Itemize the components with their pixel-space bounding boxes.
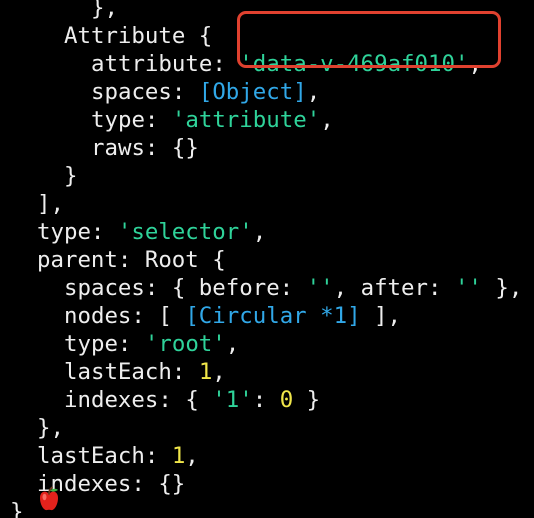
token-punc: , (252, 219, 267, 245)
token-key: , after: (333, 275, 455, 301)
token-punc: }, (481, 275, 523, 301)
token-key: type: (91, 107, 172, 133)
token-punc: , (320, 107, 334, 133)
token-key: lastEach: (37, 443, 172, 469)
token-key: type: (37, 219, 118, 245)
console-line: spaces: [Object], (91, 78, 320, 106)
token-num: 1 (171, 443, 186, 469)
token-punc: }, (37, 415, 64, 441)
token-key: nodes: [ (64, 303, 186, 329)
token-key: raws: {} (91, 135, 199, 161)
token-key: : (252, 387, 280, 413)
token-key: Attribute { (64, 23, 213, 49)
token-key: type: (64, 331, 145, 357)
token-str: '1' (212, 387, 253, 413)
token-punc: } (293, 387, 321, 413)
token-punc: , (306, 79, 321, 105)
token-punc: , (212, 359, 226, 385)
console-line: } (64, 162, 77, 190)
apple-icon (40, 486, 58, 511)
token-key: spaces: { before: (64, 275, 307, 301)
token-punc: ], (37, 191, 64, 217)
token-num: 0 (279, 387, 294, 413)
console-line: lastEach: 1, (37, 442, 199, 470)
token-key: indexes: { (64, 387, 213, 413)
token-punc: } (10, 499, 24, 518)
token-str: 'root' (144, 331, 226, 357)
console-line: indexes: { '1': 0 } (64, 386, 320, 414)
console-line: spaces: { before: '', after: '' }, (64, 274, 522, 302)
token-str: '' (306, 275, 334, 301)
token-key: parent: Root { (37, 247, 226, 273)
console-line: type: 'attribute', (91, 106, 334, 134)
console-output: }, Attribute {attribute: 'data-v-469af010… (0, 0, 534, 518)
token-punc: ], (360, 303, 402, 329)
token-punc: , (225, 331, 240, 357)
console-line: }, (91, 0, 118, 22)
token-ref: [Circular *1] (185, 303, 361, 329)
token-punc: , (185, 443, 199, 469)
console-line: raws: {} (91, 134, 199, 162)
console-line: Attribute { (64, 22, 212, 50)
token-ref: [Object] (198, 79, 307, 105)
token-num: 1 (198, 359, 213, 385)
console-line: }, (37, 414, 64, 442)
console-line: type: 'root', (64, 330, 239, 358)
highlight-box (237, 11, 501, 68)
token-punc: }, (91, 0, 118, 21)
token-str: 'selector' (117, 219, 253, 245)
console-line: type: 'selector', (37, 218, 266, 246)
token-punc: } (64, 163, 78, 189)
console-line: ], (37, 190, 64, 218)
token-str: 'attribute' (171, 107, 321, 133)
console-line: parent: Root { (37, 246, 226, 274)
console-line: lastEach: 1, (64, 358, 226, 386)
token-key: lastEach: (64, 359, 199, 385)
console-line: nodes: [ [Circular *1] ], (64, 302, 401, 330)
token-key: attribute: (91, 51, 240, 77)
token-key: spaces: (91, 79, 199, 105)
token-str: '' (454, 275, 482, 301)
console-line: } (10, 498, 23, 518)
